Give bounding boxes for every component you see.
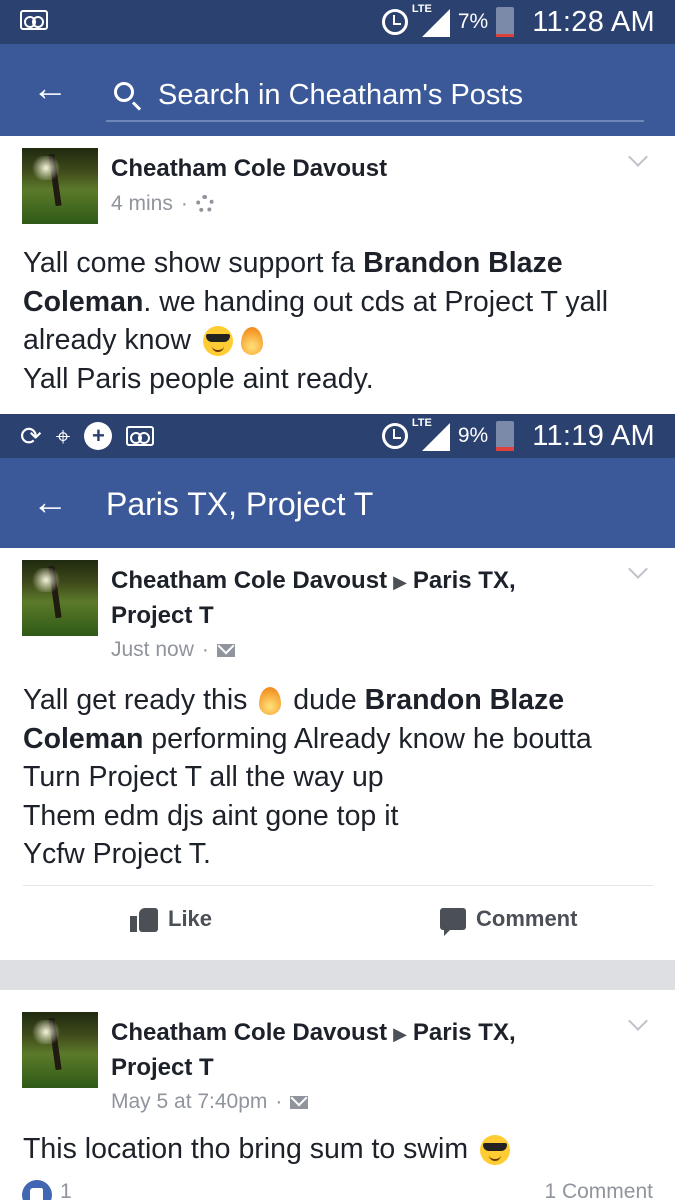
signal-icon: LTE	[412, 417, 450, 453]
voicemail-icon	[126, 426, 155, 446]
post-time[interactable]: May 5 at 7:40pm	[111, 1090, 267, 1114]
post-meta: Just now ·	[111, 638, 235, 662]
signal-icon: LTE	[412, 3, 450, 39]
fire-emoji-icon	[240, 327, 263, 356]
page-title: Paris TX, Project T	[106, 486, 374, 522]
place-link[interactable]: Project T	[111, 602, 214, 629]
place-link[interactable]: Paris TX,	[413, 567, 516, 594]
status-bar-2: ⟳ ⌖ + LTE 9% 11:19 AM	[0, 414, 675, 458]
search-header: ←	[0, 44, 675, 136]
search-icon	[114, 82, 134, 102]
place-link[interactable]: Project T	[111, 1054, 214, 1081]
author-link[interactable]: Cheatham Cole Davoust	[111, 1019, 387, 1046]
search-input[interactable]	[158, 76, 638, 114]
author-link[interactable]: Cheatham Cole Davoust	[111, 567, 387, 594]
arrow-right-icon: ▶	[393, 572, 407, 592]
avatar[interactable]	[22, 1012, 98, 1088]
back-arrow-icon[interactable]: ←	[32, 484, 68, 520]
alarm-icon	[381, 423, 408, 449]
back-arrow-icon[interactable]: ←	[32, 70, 68, 106]
gear-icon	[195, 195, 214, 213]
post-author: Cheatham Cole Davoust ▶ Paris TX, Project …	[111, 1016, 516, 1085]
sunglasses-emoji-icon	[202, 326, 233, 357]
arrow-right-icon: ▶	[393, 1024, 407, 1044]
post-meta: 4 mins ·	[111, 192, 214, 216]
place-link[interactable]: Paris TX,	[413, 1019, 516, 1046]
post-time[interactable]: 4 mins	[111, 192, 173, 216]
post-card: Cheatham Cole Davoust ▶ Paris TX, Project …	[0, 990, 675, 1200]
page-header: ← Paris TX, Project T	[0, 458, 675, 548]
comment-button[interactable]: Comment	[440, 906, 577, 936]
sunglasses-emoji-icon	[480, 1135, 511, 1166]
avatar[interactable]	[22, 560, 98, 636]
like-count: 1	[60, 1180, 72, 1200]
fire-emoji-icon	[259, 687, 282, 716]
post-card: Cheatham Cole Davoust 4 mins · Yall come…	[0, 136, 675, 414]
thumbs-up-icon	[130, 906, 158, 932]
post-text: Yall get ready this dude Brandon Blaze C…	[23, 684, 592, 870]
like-button[interactable]: Like	[130, 906, 212, 932]
search-bar[interactable]	[106, 72, 644, 122]
feed-separator	[0, 960, 675, 990]
battery-percent: 9%	[457, 424, 489, 447]
post-text: Yall come show support fa Brandon Blaze …	[23, 247, 609, 395]
comment-count[interactable]: 1 Comment	[544, 1180, 653, 1200]
battery-icon	[496, 7, 515, 37]
post-card: Cheatham Cole Davoust ▶ Paris TX, Project …	[0, 548, 675, 960]
post-text: This location tho bring sum to swim	[23, 1130, 653, 1169]
comment-icon	[440, 908, 466, 936]
location-icon: ⌖	[55, 421, 71, 451]
post-author: Cheatham Cole Davoust ▶ Paris TX, Project …	[111, 564, 516, 633]
plus-icon: +	[84, 422, 113, 450]
voicemail-icon	[20, 10, 48, 30]
envelope-icon	[216, 643, 235, 657]
avatar[interactable]	[22, 148, 98, 224]
battery-percent: 7%	[457, 10, 489, 33]
chevron-down-icon[interactable]	[628, 147, 648, 167]
envelope-icon	[290, 1095, 309, 1109]
post-time[interactable]: Just now	[111, 638, 194, 662]
divider	[23, 885, 653, 886]
clock: 11:28 AM	[532, 5, 655, 38]
post-author[interactable]: Cheatham Cole Davoust	[111, 152, 387, 186]
alarm-icon	[381, 9, 408, 35]
sync-icon: ⟳	[20, 421, 42, 451]
chevron-down-icon[interactable]	[628, 1011, 648, 1031]
battery-icon	[496, 421, 515, 451]
post-meta: May 5 at 7:40pm ·	[111, 1090, 309, 1114]
clock: 11:19 AM	[532, 419, 655, 452]
status-bar: LTE 7% 11:28 AM	[0, 0, 675, 44]
reaction-summary[interactable]: 1 1 Comment	[0, 1180, 675, 1200]
like-reaction-icon	[22, 1180, 52, 1200]
chevron-down-icon[interactable]	[628, 559, 648, 579]
